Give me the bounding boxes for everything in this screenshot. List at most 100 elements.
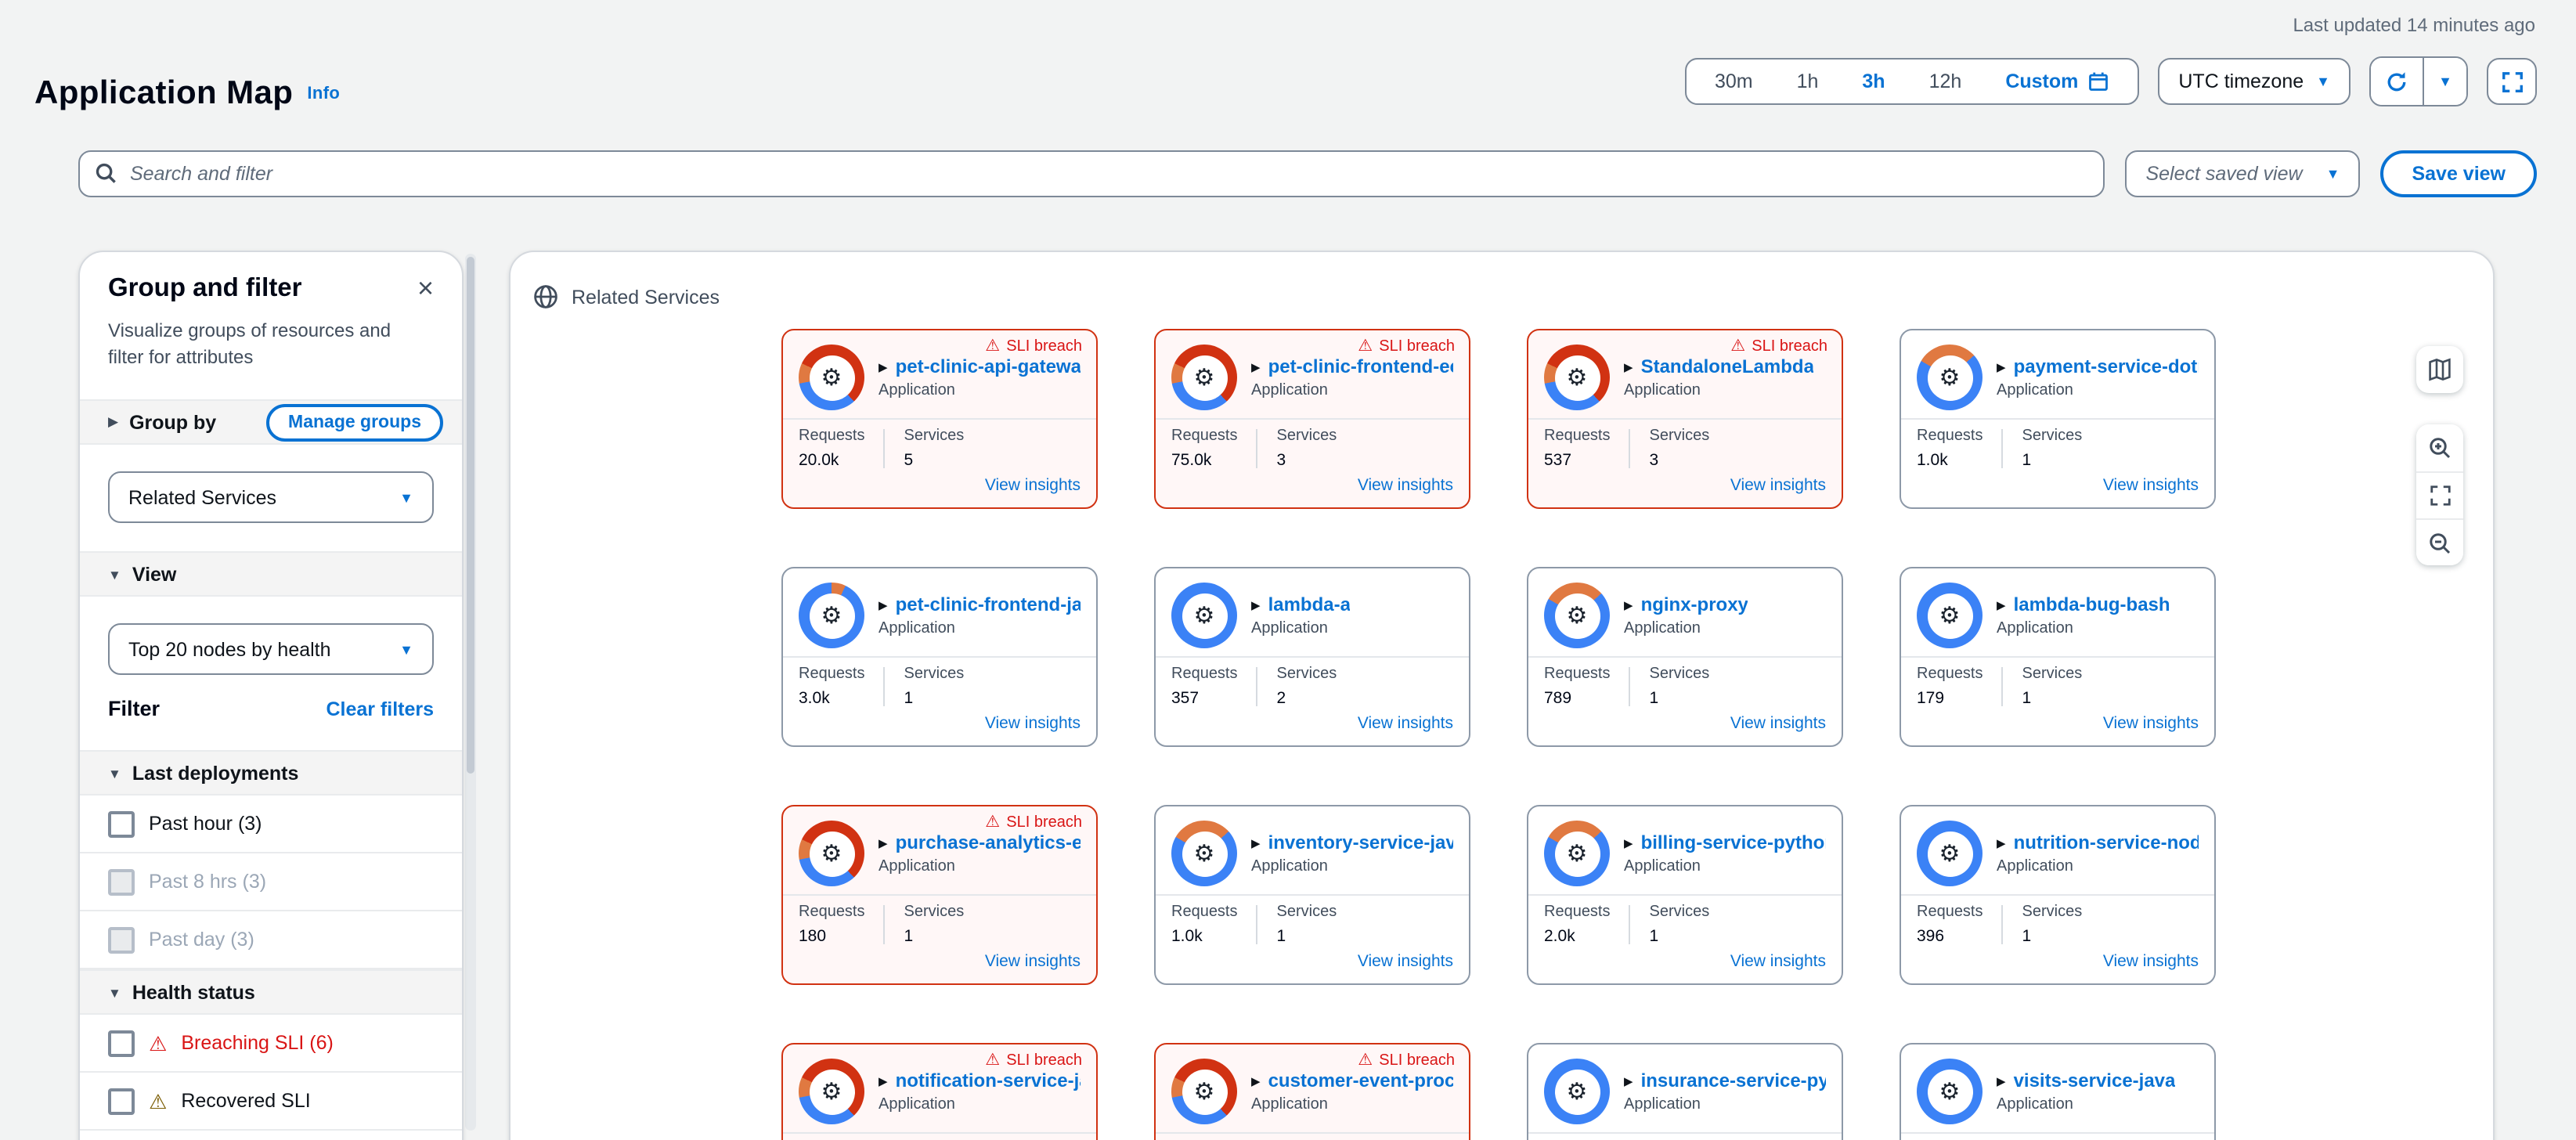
view-insights-link[interactable]: View insights — [2103, 476, 2199, 495]
timezone-dropdown[interactable]: UTC timezone ▼ — [2158, 58, 2351, 105]
service-card[interactable]: ⚙ ▶ billing-service-python Application R… — [1527, 805, 1843, 985]
view-insights-link[interactable]: View insights — [1730, 476, 1826, 495]
saved-view-dropdown[interactable]: Select saved view ▼ — [2125, 150, 2360, 197]
card-stats: Requests 537 Services 3 — [1528, 420, 1842, 470]
fullscreen-button[interactable] — [2487, 58, 2537, 105]
checkbox[interactable] — [108, 1088, 135, 1114]
service-card[interactable]: ⚠ SLI breach ⚙ ▶ pet-clinic-api-gateway … — [781, 329, 1098, 509]
map-legend-button[interactable] — [2416, 346, 2463, 393]
service-card[interactable]: ⚙ ▶ insurance-service-pyth... Applicatio… — [1527, 1043, 1843, 1140]
scrollbar-thumb[interactable] — [467, 257, 474, 774]
time-range-3h[interactable]: 3h — [1840, 60, 1907, 103]
service-name-link[interactable]: ▶ insurance-service-pyth... — [1624, 1070, 1826, 1091]
requests-label: Requests — [1171, 666, 1238, 683]
view-select[interactable]: Top 20 nodes by health ▼ — [108, 623, 434, 675]
view-insights-link[interactable]: View insights — [985, 476, 1081, 495]
sli-breach-badge: ⚠ SLI breach — [985, 814, 1082, 832]
search-input[interactable] — [78, 150, 2105, 197]
filter-option-row[interactable]: ⚠ Breaching SLI (6) — [80, 1015, 462, 1073]
service-name-link[interactable]: ▶ visits-service-java — [1997, 1070, 2175, 1091]
group-by-section-header[interactable]: ▶ Group by Manage groups — [80, 399, 462, 445]
service-name-text: visits-service-java — [2014, 1070, 2176, 1091]
service-card[interactable]: ⚙ ▶ payment-service-dotnet Application R… — [1900, 329, 2216, 509]
time-range-custom[interactable]: Custom — [1983, 60, 2131, 103]
filter-section-header[interactable]: ▼ Health status — [80, 969, 462, 1015]
service-name-link[interactable]: ▶ pet-clinic-api-gateway — [879, 355, 1081, 377]
requests-value: 1.0k — [1171, 927, 1238, 946]
service-name-link[interactable]: ▶ customer-event-proce... — [1251, 1070, 1453, 1091]
fit-to-screen-button[interactable] — [2416, 471, 2463, 518]
refresh-options-button[interactable]: ▼ — [2423, 58, 2466, 105]
filter-option-row[interactable]: ⚠ Recovered SLI — [80, 1073, 462, 1131]
service-type-label: Application — [879, 858, 1081, 875]
clear-filters-link[interactable]: Clear filters — [326, 698, 434, 720]
service-card[interactable]: ⚙ ▶ nginx-proxy Application Requests 789… — [1527, 567, 1843, 747]
view-insights-link[interactable]: View insights — [985, 952, 1081, 971]
view-section-header[interactable]: ▼ View — [80, 551, 462, 597]
sidebar-scrollbar[interactable] — [465, 254, 476, 1131]
filter-option-row[interactable]: Past 8 hrs (3) — [80, 853, 462, 911]
service-name-link[interactable]: ▶ billing-service-python — [1624, 832, 1826, 853]
service-card[interactable]: ⚠ SLI breach ⚙ ▶ notification-service-ja… — [781, 1043, 1098, 1140]
manage-groups-button[interactable]: Manage groups — [266, 403, 443, 441]
warning-icon: ⚠ — [149, 1091, 167, 1111]
view-insights-link[interactable]: View insights — [985, 714, 1081, 733]
service-card[interactable]: ⚠ SLI breach ⚙ ▶ purchase-analytics-en..… — [781, 805, 1098, 985]
service-card[interactable]: ⚙ ▶ pet-clinic-frontend-java Application… — [781, 567, 1098, 747]
checkbox[interactable] — [108, 868, 135, 895]
expand-node-icon: ▶ — [1997, 597, 2006, 611]
service-name-link[interactable]: ▶ purchase-analytics-en... — [879, 832, 1081, 853]
service-type-label: Application — [1624, 382, 1814, 399]
view-insights-link[interactable]: View insights — [1730, 952, 1826, 971]
save-view-button[interactable]: Save view — [2380, 150, 2537, 197]
checkbox[interactable] — [108, 926, 135, 953]
services-value: 3 — [1650, 451, 1710, 470]
close-icon[interactable]: × — [408, 272, 443, 304]
service-card[interactable]: ⚙ ▶ inventory-service-java Application R… — [1154, 805, 1470, 985]
view-insights-link[interactable]: View insights — [2103, 714, 2199, 733]
view-insights-link[interactable]: View insights — [1358, 952, 1453, 971]
expand-node-icon: ▶ — [1624, 835, 1633, 850]
service-type-label: Application — [1624, 858, 1826, 875]
service-name-link[interactable]: ▶ pet-clinic-frontend-java — [879, 593, 1081, 615]
time-range-1h[interactable]: 1h — [1775, 60, 1841, 103]
info-link[interactable]: Info — [307, 85, 340, 103]
time-range-30m[interactable]: 30m — [1693, 60, 1775, 103]
service-name-link[interactable]: ▶ pet-clinic-frontend-ec... — [1251, 355, 1453, 377]
service-name-link[interactable]: ▶ inventory-service-java — [1251, 832, 1453, 853]
time-range-12h[interactable]: 12h — [1907, 60, 1984, 103]
filter-section-header[interactable]: ▼ Last deployments — [80, 750, 462, 795]
view-insights-link[interactable]: View insights — [2103, 952, 2199, 971]
filter-label: Filter — [108, 697, 160, 720]
service-card[interactable]: ⚠ SLI breach ⚙ ▶ customer-event-proce...… — [1154, 1043, 1470, 1140]
service-name-link[interactable]: ▶ notification-service-java — [879, 1070, 1081, 1091]
zoom-in-button[interactable] — [2416, 424, 2463, 471]
service-name-text: insurance-service-pyth... — [1641, 1070, 1826, 1091]
refresh-button[interactable] — [2371, 58, 2423, 105]
service-card[interactable]: ⚙ ▶ visits-service-java Application Requ… — [1900, 1043, 2216, 1140]
checkbox[interactable] — [108, 1030, 135, 1056]
filter-option-row[interactable]: Past hour (3) — [80, 795, 462, 853]
zoom-out-button[interactable] — [2416, 518, 2463, 565]
service-card[interactable]: ⚙ ▶ nutrition-service-nodejs Application… — [1900, 805, 2216, 985]
group-by-select[interactable]: Related Services ▼ — [108, 471, 434, 523]
page-title: Application MapInfo — [34, 75, 340, 113]
filter-option-row[interactable]: Past day (3) — [80, 911, 462, 969]
view-insights-link[interactable]: View insights — [1358, 714, 1453, 733]
service-name-link[interactable]: ▶ nutrition-service-nodejs — [1997, 832, 2199, 853]
card-head: ⚙ ▶ insurance-service-pyth... Applicatio… — [1528, 1044, 1842, 1132]
card-stats: Requests Services — [1528, 1134, 1842, 1140]
service-card[interactable]: ⚠ SLI breach ⚙ ▶ StandaloneLambda Applic… — [1527, 329, 1843, 509]
service-type-label: Application — [1624, 620, 1748, 637]
service-name-link[interactable]: ▶ StandaloneLambda — [1624, 355, 1814, 377]
service-name-link[interactable]: ▶ lambda-a — [1251, 593, 1351, 615]
checkbox[interactable] — [108, 810, 135, 837]
service-card[interactable]: ⚙ ▶ lambda-bug-bash Application Requests… — [1900, 567, 2216, 747]
service-name-link[interactable]: ▶ payment-service-dotnet — [1997, 355, 2199, 377]
service-card[interactable]: ⚙ ▶ lambda-a Application Requests 357 Se… — [1154, 567, 1470, 747]
service-name-link[interactable]: ▶ nginx-proxy — [1624, 593, 1748, 615]
service-name-link[interactable]: ▶ lambda-bug-bash — [1997, 593, 2170, 615]
view-insights-link[interactable]: View insights — [1358, 476, 1453, 495]
service-card[interactable]: ⚠ SLI breach ⚙ ▶ pet-clinic-frontend-ec.… — [1154, 329, 1470, 509]
view-insights-link[interactable]: View insights — [1730, 714, 1826, 733]
